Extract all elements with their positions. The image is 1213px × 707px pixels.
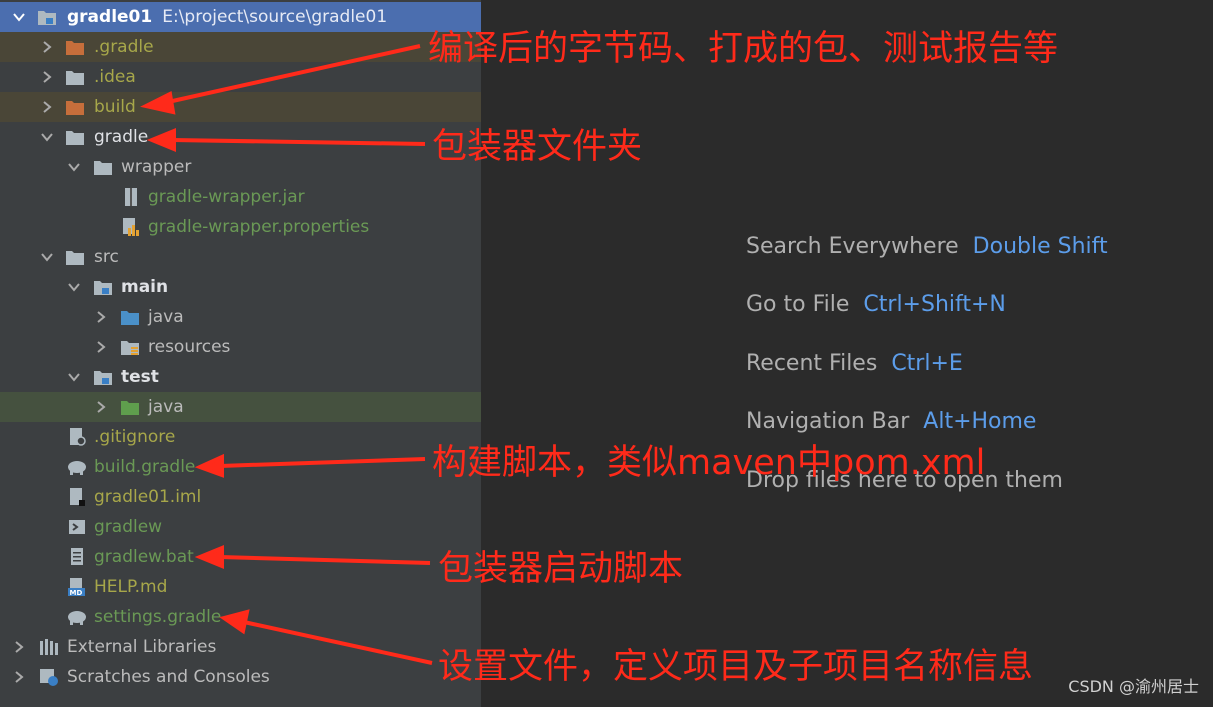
watermark: CSDN @渝州居士: [1068, 677, 1199, 696]
arrow-build-gradle-head: [194, 453, 224, 478]
arrow-build-gradle: [219, 457, 426, 468]
annotation-build-gradle: 构建脚本，类似maven中pom.xml: [432, 443, 986, 483]
arrow-settings-gradle-head: [219, 609, 250, 635]
arrow-gradlew-bat-head: [194, 545, 224, 569]
annotation-gradlew-bat: 包装器启动脚本: [438, 549, 684, 589]
arrow-gradle-head: [146, 128, 176, 152]
annotation-settings-gradle: 设置文件，定义项目及子项目名称信息: [438, 647, 1034, 687]
arrow-gradlew-bat: [219, 555, 431, 565]
annotation-build: 编译后的字节码、打成的包、测试报告等: [428, 29, 1059, 69]
arrow-build: [167, 44, 421, 104]
annotation-arrows: [140, 44, 433, 665]
arrow-build-head: [140, 91, 176, 115]
arrow-gradle: [171, 138, 426, 146]
annotation-gradle: 包装器文件夹: [432, 127, 643, 167]
arrow-settings-gradle: [243, 620, 433, 665]
